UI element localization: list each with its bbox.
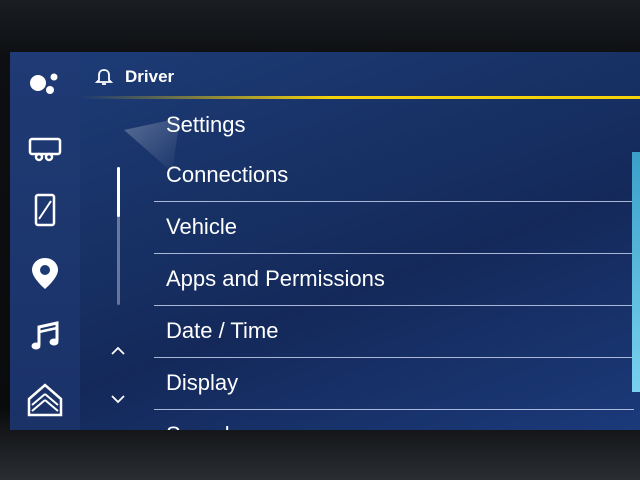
accent-line — [80, 96, 640, 99]
menu-item-connections[interactable]: Connections — [154, 150, 634, 202]
home-icon — [27, 383, 63, 417]
bell-icon[interactable] — [94, 66, 114, 86]
menu-item-date-time[interactable]: Date / Time — [154, 306, 634, 358]
driver-profile-label[interactable]: Driver — [125, 67, 174, 87]
assistant-button[interactable] — [24, 62, 66, 104]
trailer-button[interactable] — [24, 127, 66, 169]
status-bar: Driver — [80, 52, 640, 98]
location-pin-icon — [32, 258, 58, 289]
menu-item-label: Date / Time — [166, 318, 279, 343]
menu-item-label: Vehicle — [166, 214, 237, 239]
menu-item-apps-permissions[interactable]: Apps and Permissions — [154, 254, 634, 306]
menu-item-label: Display — [166, 370, 239, 395]
scroll-up-icon[interactable] — [107, 342, 129, 360]
phone-button[interactable] — [24, 189, 66, 231]
settings-menu: Settings Connections Vehicle Apps and Pe… — [154, 100, 634, 430]
navigation-button[interactable] — [24, 252, 66, 294]
menu-item-sounds[interactable]: Sounds — [154, 410, 634, 430]
page-title: Settings — [154, 100, 634, 150]
menu-item-vehicle[interactable]: Vehicle — [154, 202, 634, 254]
adjacent-panel-edge — [632, 152, 640, 392]
scroll-down-icon[interactable] — [107, 390, 129, 408]
music-note-icon — [31, 321, 59, 350]
assistant-icon — [30, 73, 58, 94]
sidebar — [10, 52, 80, 430]
infotainment-screen: Driver Settings Connections Vehicle Apps… — [10, 52, 640, 430]
trailer-icon — [28, 137, 62, 162]
home-button[interactable] — [24, 378, 66, 420]
page-title-text: Settings — [166, 112, 246, 137]
audio-button[interactable] — [24, 316, 66, 358]
scroll-thumb[interactable] — [117, 167, 120, 217]
phone-icon — [34, 193, 56, 227]
menu-item-label: Apps and Permissions — [166, 266, 385, 291]
menu-item-label: Connections — [166, 162, 289, 187]
menu-item-label: Sounds — [166, 422, 241, 430]
menu-item-display[interactable]: Display — [154, 358, 634, 410]
